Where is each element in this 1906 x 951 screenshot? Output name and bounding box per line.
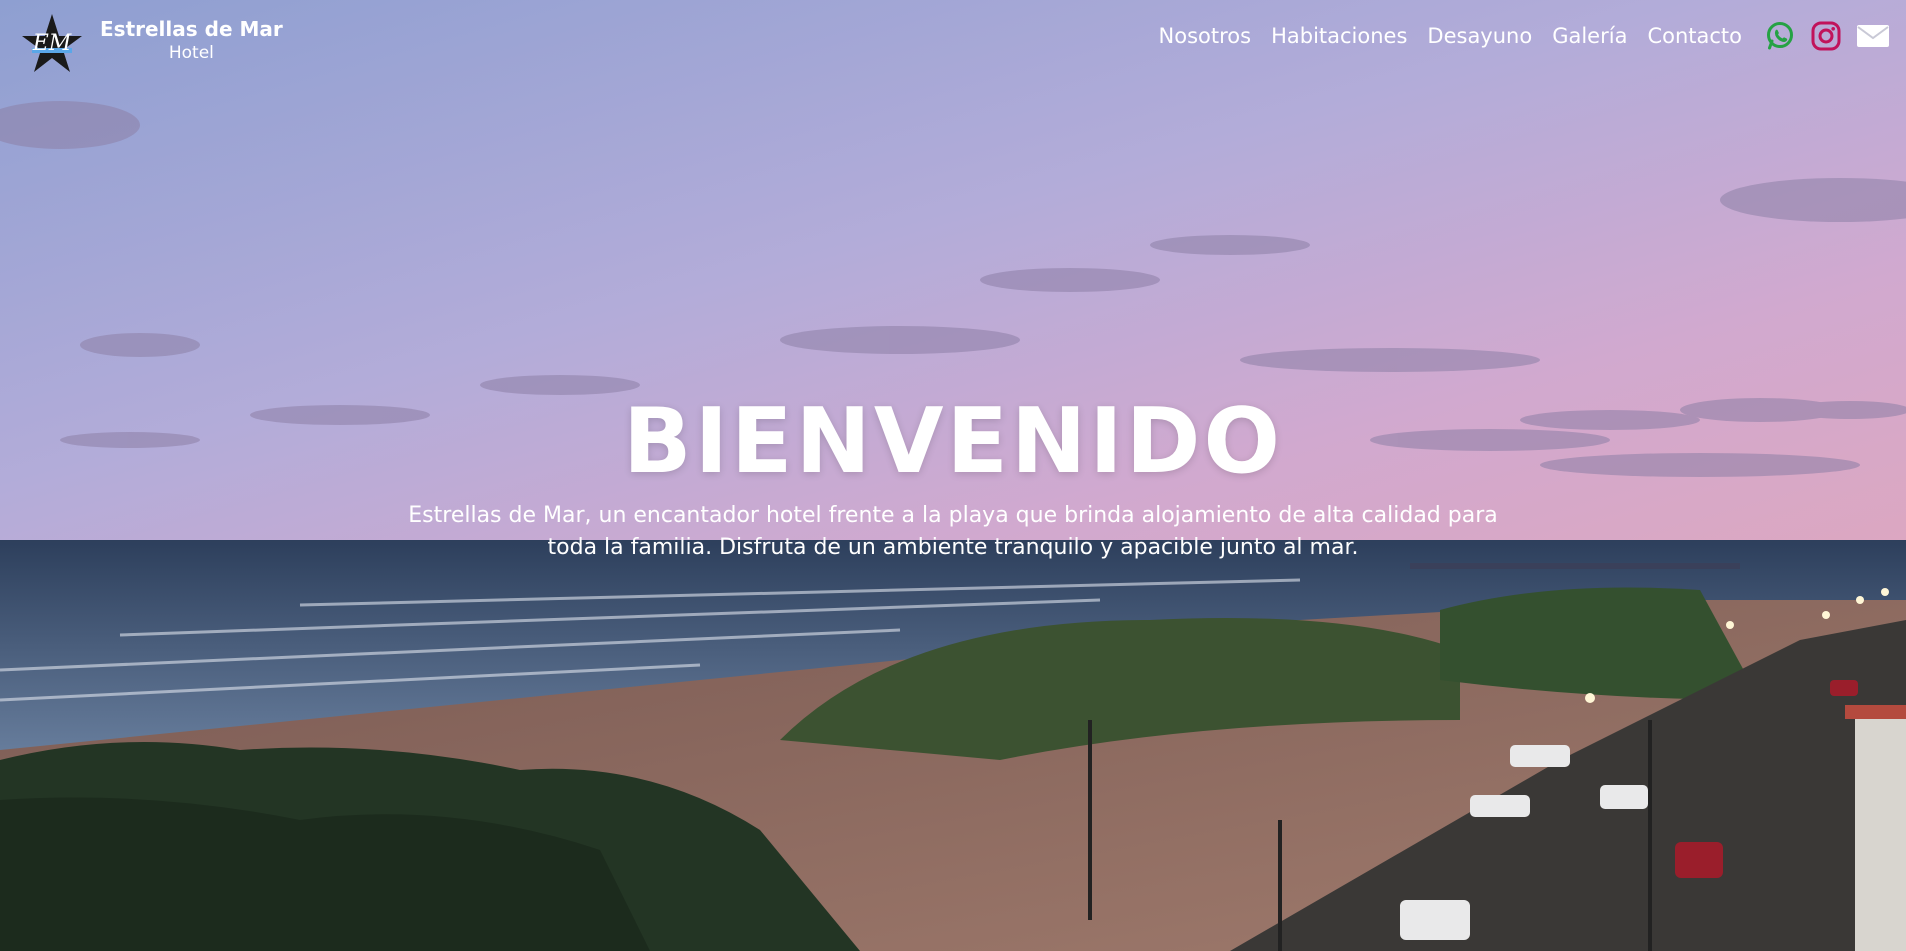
star-logo-icon[interactable]: EM [20,12,84,76]
nav-link-contacto[interactable]: Contacto [1647,18,1742,54]
main-menu: Nosotros Habitaciones Desayuno Galería C… [1159,18,1890,54]
brand[interactable]: EM Estrellas de Mar Hotel [20,12,283,76]
hero-title: BIENVENIDO [622,389,1284,494]
whatsapp-icon[interactable] [1764,20,1796,52]
social-icons [1764,20,1890,52]
instagram-icon[interactable] [1810,20,1842,52]
navbar: EM Estrellas de Mar Hotel Nosotros Habit… [0,0,1906,80]
hero-description: Estrellas de Mar, un encantador hotel fr… [408,503,1498,560]
nav-link-nosotros[interactable]: Nosotros [1159,18,1252,54]
nav-link-galeria[interactable]: Galería [1552,18,1627,54]
brand-name: Estrellas de Mar [100,17,283,41]
mail-icon[interactable] [1856,20,1890,52]
brand-subtitle: Hotel [168,43,214,63]
nav-link-desayuno[interactable]: Desayuno [1427,18,1532,54]
brand-text: Estrellas de Mar Hotel [100,16,283,64]
nav-link-habitaciones[interactable]: Habitaciones [1271,18,1407,54]
logo-text: EM [32,31,72,56]
